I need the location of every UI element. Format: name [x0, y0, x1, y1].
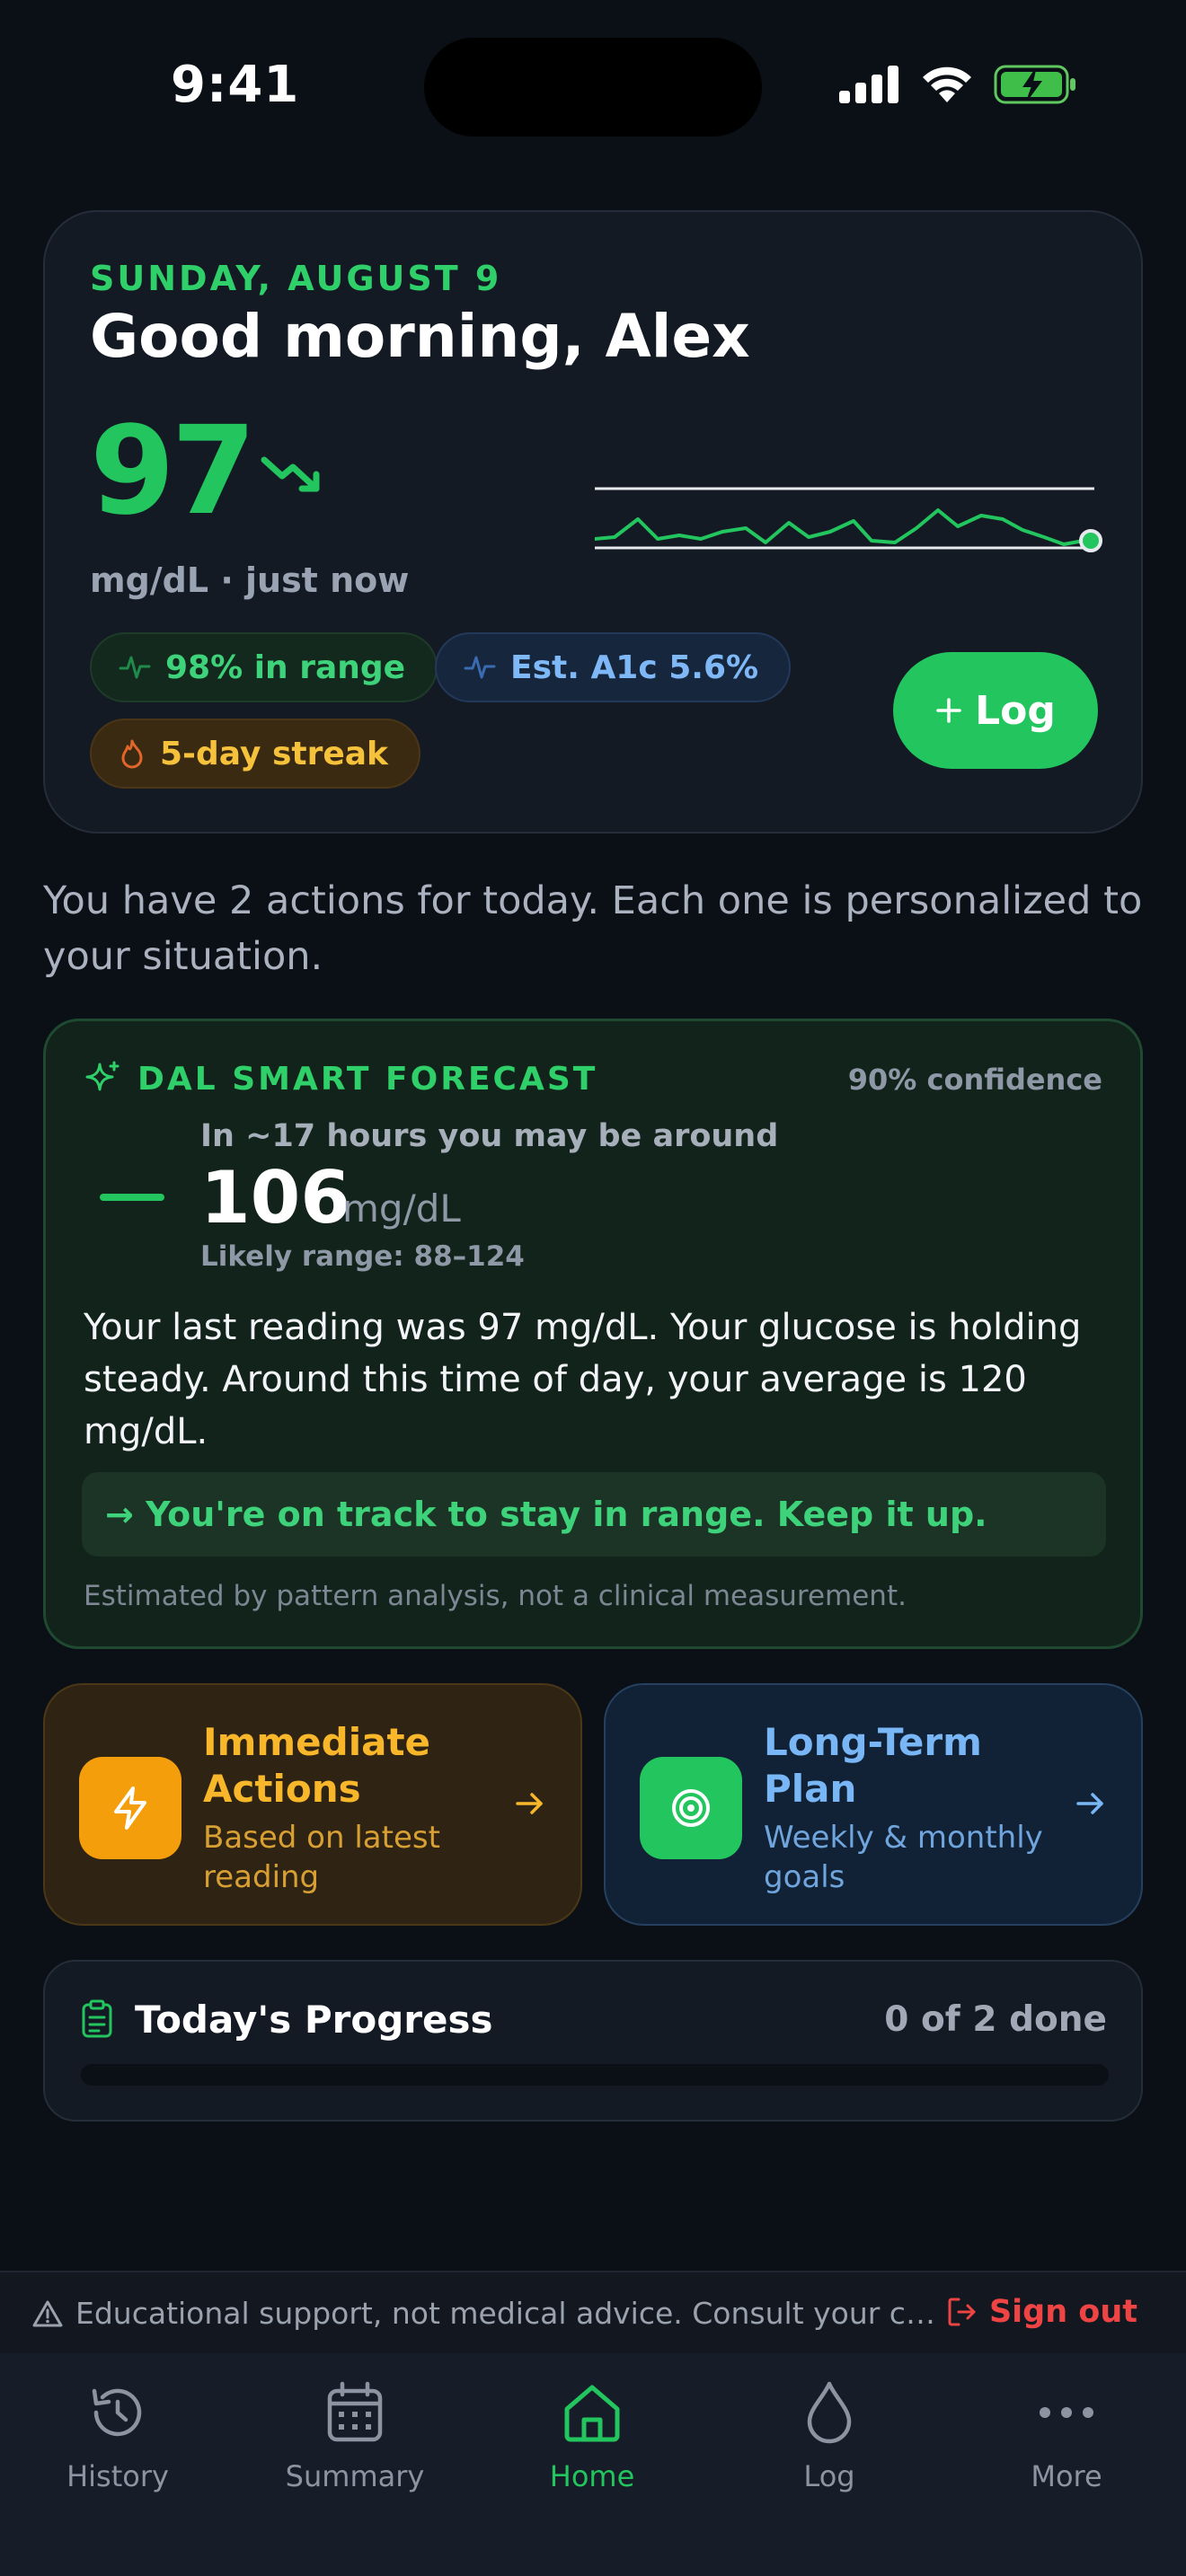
glucose-sparkline: [595, 487, 1102, 552]
long-term-plan-title: Long-Term Plan: [764, 1720, 982, 1811]
calendar-icon: [327, 2381, 383, 2442]
tab-home[interactable]: Home: [493, 2378, 691, 2493]
arrow-right-icon: [516, 1793, 543, 1814]
forecast-callout: → You're on track to stay in range. Keep…: [82, 1472, 1106, 1557]
glucose-summary-card: SUNDAY, AUGUST 9 Good morning, Alex 97 m…: [43, 210, 1143, 834]
forecast-title: DAL SMART FORECAST: [137, 1060, 598, 1098]
latest-reading-dot: [1079, 529, 1102, 552]
status-bar: 9:41: [0, 0, 1186, 180]
trend-down-icon: [261, 456, 320, 492]
disclaimer-bar: Educational support, not medical advice.…: [0, 2271, 1186, 2353]
glucose-unit-time: mg/dL · just now: [90, 560, 410, 600]
in-range-label: 98% in range: [165, 648, 406, 686]
warning-icon: [32, 2300, 63, 2327]
signal-icon: [839, 66, 898, 103]
tab-log-label: Log: [803, 2459, 855, 2493]
streak-chip[interactable]: 5-day streak: [90, 719, 420, 789]
forecast-header: DAL SMART FORECAST: [82, 1059, 597, 1098]
flame-icon: [121, 739, 143, 769]
a1c-label: Est. A1c 5.6%: [510, 648, 759, 686]
smart-forecast-card[interactable]: DAL SMART FORECAST 90% confidence In ~17…: [43, 1019, 1143, 1649]
long-term-plan-subtitle: Weekly & monthly goals: [764, 1820, 1043, 1895]
long-term-plan-card[interactable]: Long-Term Plan Weekly & monthly goals: [604, 1683, 1143, 1926]
immediate-actions-subtitle: Based on latest reading: [203, 1820, 440, 1895]
greeting: Good morning, Alex: [90, 302, 750, 371]
todays-progress-card: Today's Progress 0 of 2 done: [43, 1960, 1143, 2122]
sign-out-label: Sign out: [988, 2294, 1137, 2330]
immediate-actions-card[interactable]: Immediate Actions Based on latest readin…: [43, 1683, 582, 1926]
sign-out-button[interactable]: Sign out: [946, 2294, 1137, 2330]
droplet-icon: [807, 2381, 852, 2444]
forecast-disclaimer: Estimated by pattern analysis, not a cli…: [84, 1580, 907, 1612]
forecast-unit: mg/dL: [342, 1187, 461, 1231]
tab-history-label: History: [66, 2459, 169, 2493]
steady-trend-indicator: [100, 1194, 164, 1201]
immediate-actions-title: Immediate Actions: [203, 1720, 431, 1811]
lightning-icon: [79, 1757, 181, 1859]
tab-log[interactable]: Log: [730, 2378, 928, 2493]
in-range-chip[interactable]: 98% in range: [90, 632, 438, 702]
home-icon: [564, 2385, 620, 2442]
wifi-icon: [923, 66, 971, 102]
forecast-explanation: Your last reading was 97 mg/dL. Your glu…: [84, 1307, 1082, 1452]
clipboard-icon: [82, 1999, 112, 2038]
battery-icon: [994, 65, 1075, 104]
plus-icon: [936, 698, 961, 723]
pulse-icon: [464, 656, 496, 679]
logout-icon: [948, 2298, 976, 2326]
arrow-right-icon: [1076, 1793, 1103, 1814]
tab-summary[interactable]: Summary: [256, 2378, 454, 2493]
date-label: SUNDAY, AUGUST 9: [90, 259, 502, 298]
progress-title: Today's Progress: [135, 1998, 493, 2042]
streak-label: 5-day streak: [160, 735, 388, 772]
forecast-value: 106: [200, 1156, 350, 1239]
history-icon: [92, 2388, 142, 2437]
tab-summary-label: Summary: [285, 2459, 425, 2493]
disclaimer-text: Educational support, not medical advice.…: [75, 2296, 943, 2331]
tab-home-label: Home: [549, 2459, 635, 2493]
actions-intro: You have 2 actions for today. Each one i…: [43, 878, 1143, 979]
progress-bar: [81, 2064, 1109, 2086]
a1c-chip[interactable]: Est. A1c 5.6%: [435, 632, 792, 702]
tab-history[interactable]: History: [19, 2378, 217, 2493]
dynamic-island: [424, 38, 762, 137]
pulse-icon: [119, 656, 151, 679]
glucose-value: 97: [90, 401, 256, 543]
more-icon: [1040, 2407, 1093, 2418]
tab-more-label: More: [1031, 2459, 1102, 2493]
forecast-confidence: 90% confidence: [847, 1063, 1102, 1097]
forecast-subtitle: In ~17 hours you may be around: [200, 1118, 779, 1154]
tab-bar: History Summary Home Log More: [0, 2353, 1186, 2576]
target-icon: [640, 1757, 742, 1859]
log-reading-button[interactable]: Log: [893, 652, 1098, 769]
progress-count: 0 of 2 done: [884, 1999, 1107, 2040]
tab-more[interactable]: More: [968, 2378, 1165, 2493]
log-button-label: Log: [975, 687, 1056, 734]
sparkle-icon: [85, 1061, 119, 1091]
status-time: 9:41: [171, 56, 300, 114]
status-icons: [839, 65, 1078, 104]
forecast-range: Likely range: 88–124: [200, 1240, 525, 1273]
